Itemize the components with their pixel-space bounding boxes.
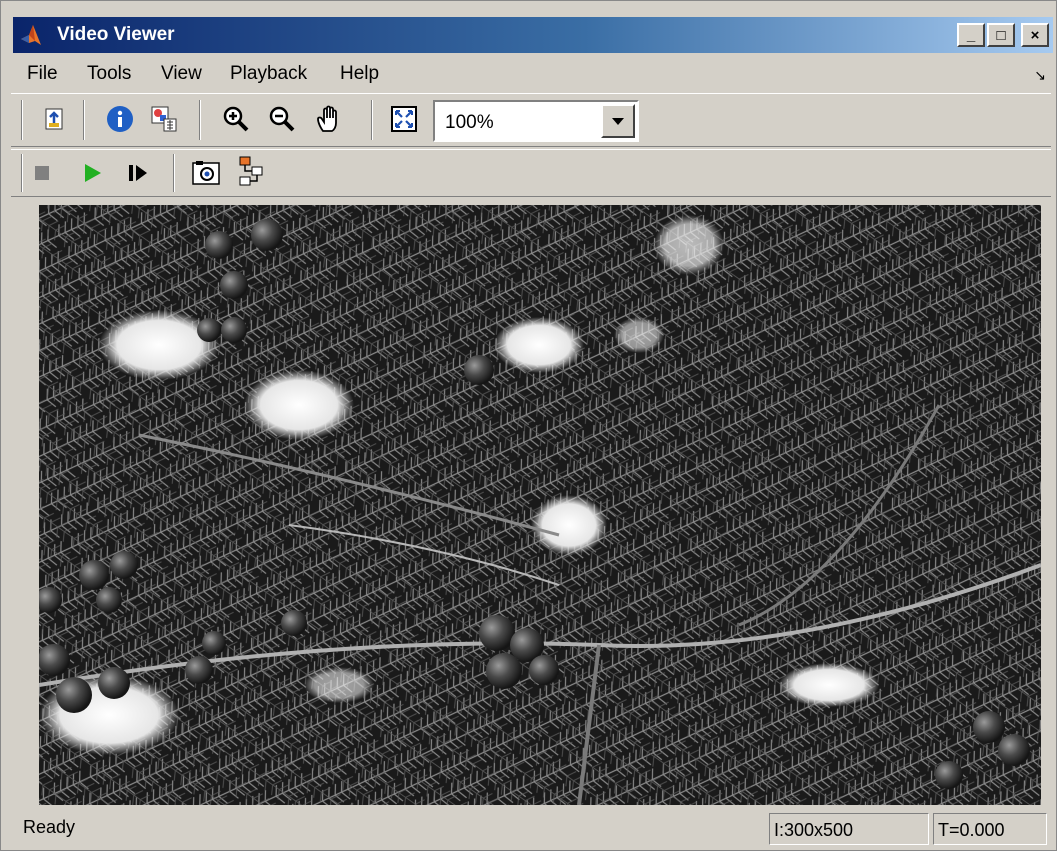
toolbar-separator [83, 100, 85, 140]
toolbar-separator [21, 100, 23, 140]
toolbar-separator [199, 100, 201, 140]
zoom-level-select[interactable]: 100% [433, 100, 639, 142]
simulink-signal-icon [239, 156, 263, 186]
play-icon [85, 164, 101, 182]
video-viewer-window: Video Viewer _ □ × File Tools View Playb… [0, 0, 1057, 851]
menu-help[interactable]: Help [340, 63, 379, 85]
matlab-logo-icon [19, 23, 45, 47]
status-text: Ready [23, 817, 76, 837]
playback-toolbar [11, 149, 1051, 197]
play-button[interactable] [75, 156, 109, 190]
zoom-in-button[interactable] [219, 102, 253, 136]
close-icon: × [1030, 26, 1040, 44]
minimize-icon: _ [966, 26, 976, 44]
toolbar-separator [371, 100, 373, 140]
menu-tools[interactable]: Tools [87, 63, 131, 85]
menu-playback[interactable]: Playback [230, 63, 307, 85]
time-field: T=0.000 [933, 813, 1047, 845]
open-file-button[interactable] [37, 102, 71, 136]
image-properties-icon [151, 106, 177, 132]
title-bar[interactable]: Video Viewer _ □ × [13, 17, 1053, 53]
zoom-in-icon [223, 106, 249, 132]
video-frame-image [39, 205, 1041, 805]
snapshot-icon [192, 161, 220, 185]
image-properties-button[interactable] [147, 102, 181, 136]
toolbar-separator [21, 154, 23, 192]
stop-button[interactable] [25, 156, 59, 190]
snapshot-button[interactable] [189, 156, 223, 190]
zoom-out-icon [269, 106, 295, 132]
status-bar: Ready I:300x500 T=0.000 [11, 809, 1051, 847]
fit-to-window-icon [391, 106, 417, 132]
maximize-button[interactable]: □ [987, 23, 1015, 47]
highlight-signal-button[interactable] [235, 154, 269, 188]
pan-button[interactable] [313, 102, 347, 136]
step-forward-icon [129, 165, 147, 181]
zoom-out-button[interactable] [265, 102, 299, 136]
video-display[interactable] [39, 205, 1041, 805]
info-icon [107, 106, 133, 132]
info-button[interactable] [103, 102, 137, 136]
menu-bar: File Tools View Playback Help ↘ [1, 57, 1057, 91]
stop-icon [35, 166, 49, 180]
main-toolbar: 100% [11, 93, 1051, 147]
minimize-button[interactable]: _ [957, 23, 985, 47]
undock-arrow-icon[interactable]: ↘ [1034, 67, 1046, 84]
pan-hand-icon [317, 105, 337, 132]
close-button[interactable]: × [1021, 23, 1049, 47]
open-file-icon [45, 108, 63, 130]
zoom-dropdown-button[interactable] [601, 104, 635, 138]
zoom-level-value: 100% [445, 112, 494, 133]
menu-view[interactable]: View [161, 63, 202, 85]
image-size-field: I:300x500 [769, 813, 929, 845]
window-title: Video Viewer [57, 24, 175, 45]
fit-to-window-button[interactable] [387, 102, 421, 136]
menu-file[interactable]: File [27, 63, 58, 85]
maximize-icon: □ [996, 26, 1006, 44]
toolbar-separator [173, 154, 175, 192]
step-forward-button[interactable] [121, 156, 155, 190]
chevron-down-icon [612, 118, 624, 125]
